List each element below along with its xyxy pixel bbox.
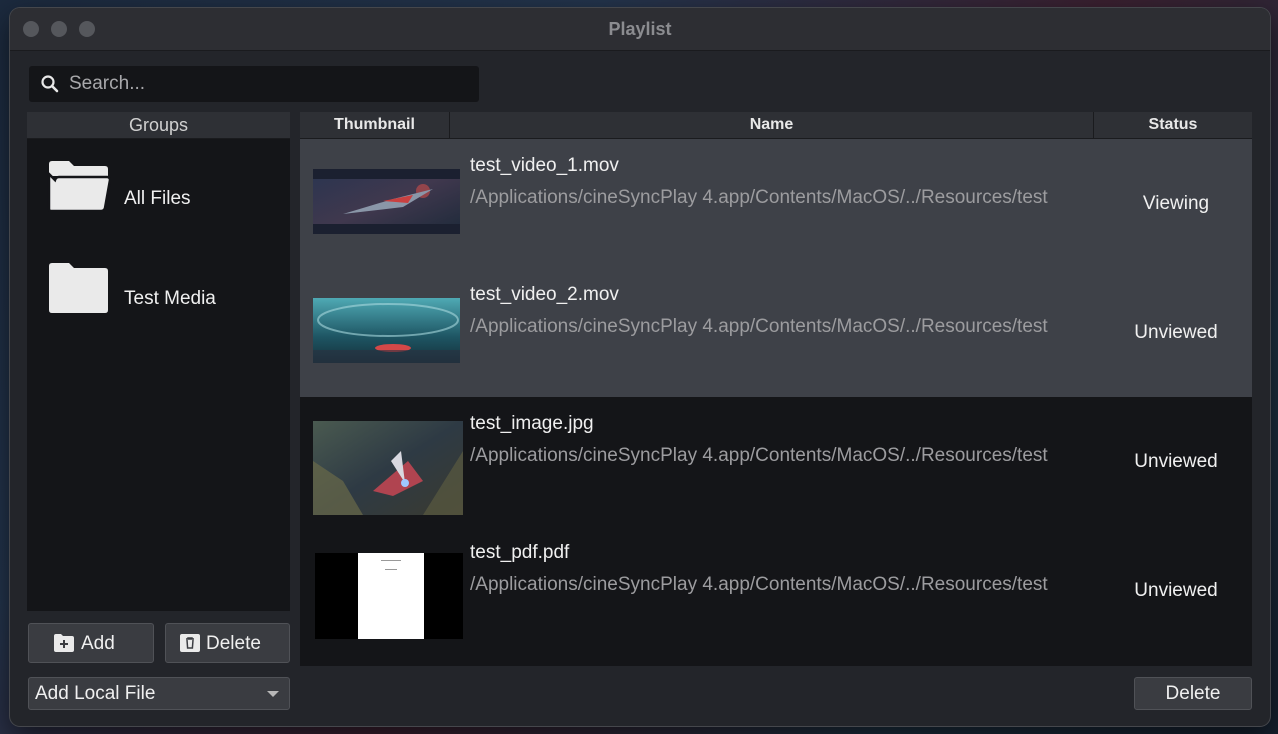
playlist-window: Playlist Groups All Files Test Med — [10, 8, 1270, 726]
file-path: /Applications/cineSyncPlay 4.app/Content… — [470, 574, 1048, 595]
group-item-all-files[interactable]: All Files — [27, 148, 290, 238]
delete-item-button[interactable]: Delete — [1134, 677, 1252, 710]
folder-icon — [47, 262, 111, 319]
delete-group-label: Delete — [206, 633, 261, 654]
table-row[interactable]: test_pdf.pdf /Applications/cineSyncPlay … — [300, 526, 1252, 655]
chevron-down-icon — [267, 691, 279, 697]
video-thumbnail — [313, 169, 460, 234]
groups-panel: Groups All Files Test Media — [27, 112, 290, 611]
add-source-dropdown[interactable]: Add Local File — [28, 677, 290, 710]
window-title: Playlist — [608, 19, 672, 39]
file-status: Unviewed — [1134, 580, 1218, 601]
add-group-button[interactable]: Add — [28, 623, 154, 663]
file-path: /Applications/cineSyncPlay 4.app/Content… — [470, 316, 1048, 337]
group-label: Test Media — [124, 288, 216, 309]
file-name: test_image.jpg — [470, 413, 594, 434]
trash-icon — [179, 633, 201, 653]
title-bar[interactable]: Playlist — [10, 8, 1270, 51]
group-label: All Files — [124, 188, 191, 209]
table-row[interactable]: test_video_2.mov /Applications/cineSyncP… — [300, 268, 1252, 397]
column-header-name[interactable]: Name — [450, 112, 1094, 138]
file-name: test_pdf.pdf — [470, 542, 570, 563]
file-path: /Applications/cineSyncPlay 4.app/Content… — [470, 445, 1048, 466]
pdf-thumbnail — [315, 553, 463, 639]
table-header: Thumbnail Name Status — [300, 112, 1252, 139]
search-icon — [40, 74, 60, 94]
groups-header: Groups — [27, 112, 290, 139]
table-row[interactable]: test_image.jpg /Applications/cineSyncPla… — [300, 397, 1252, 526]
video-thumbnail — [313, 298, 460, 363]
delete-group-button[interactable]: Delete — [165, 623, 290, 663]
column-header-status[interactable]: Status — [1094, 112, 1252, 138]
delete-item-label: Delete — [1165, 683, 1221, 704]
search-box[interactable] — [29, 66, 479, 102]
file-status: Unviewed — [1134, 451, 1218, 472]
add-folder-icon — [53, 633, 75, 653]
file-name: test_video_2.mov — [470, 284, 619, 305]
add-group-label: Add — [81, 633, 115, 654]
file-status: Viewing — [1142, 193, 1210, 214]
file-name: test_video_1.mov — [470, 155, 619, 176]
file-status: Unviewed — [1134, 322, 1218, 343]
add-source-value: Add Local File — [35, 683, 156, 704]
search-input[interactable] — [69, 70, 469, 98]
table-row[interactable]: test_video_1.mov /Applications/cineSyncP… — [300, 139, 1252, 268]
playlist-table: Thumbnail Name Status test_video_1.mov /… — [300, 112, 1252, 666]
column-header-thumbnail[interactable]: Thumbnail — [300, 112, 450, 138]
image-thumbnail — [313, 421, 463, 515]
group-item-test-media[interactable]: Test Media — [27, 248, 290, 338]
open-folder-icon — [47, 160, 112, 217]
file-path: /Applications/cineSyncPlay 4.app/Content… — [470, 187, 1048, 208]
